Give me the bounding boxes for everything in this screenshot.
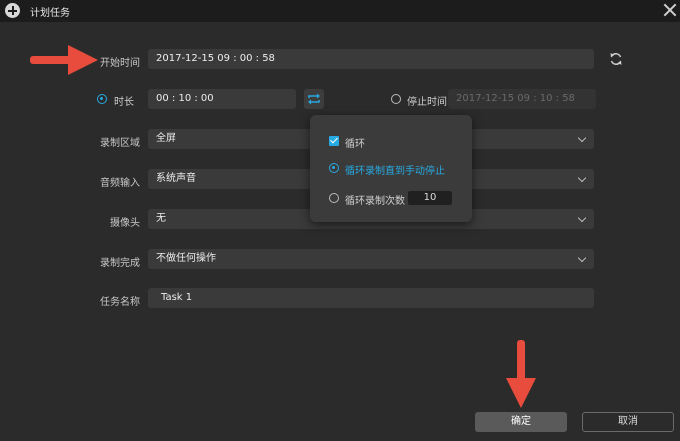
on-complete-value: 不做任何操作 [156,253,216,264]
on-complete-label: 录制完成 [100,258,140,269]
chevron-down-icon [577,173,587,183]
task-name-label: 任务名称 [100,297,140,308]
audio-input-value: 系统声音 [156,173,196,184]
loop-settings-button[interactable] [304,89,324,109]
camera-label: 摄像头 [110,218,140,229]
cancel-button[interactable]: 取消 [582,412,674,432]
duration-label: 时长 [114,97,134,108]
record-area-label: 录制区域 [100,138,140,149]
loop-count-input[interactable]: 10 [408,191,452,205]
close-icon[interactable] [663,3,677,17]
loop-count-radio[interactable] [329,193,339,203]
window-title: 计划任务 [30,8,70,19]
annotation-arrow-down [506,340,536,408]
add-icon [5,3,20,18]
start-time-input[interactable]: 2017-12-15 09 : 00 : 58 [148,49,594,69]
chevron-down-icon [577,133,587,143]
chevron-down-icon [577,213,587,223]
title-bar: 计划任务 [0,0,680,22]
start-time-label: 开始时间 [100,58,140,69]
record-area-value: 全屏 [156,133,176,144]
task-name-input[interactable]: Task 1 [148,288,594,308]
loop-until-stop-label: 循环录制直到手动停止 [345,166,445,177]
stop-time-label: 停止时间 [407,97,447,108]
ok-button[interactable]: 确定 [475,412,567,432]
refresh-icon[interactable] [606,49,626,69]
loop-count-label: 循环录制次数 [345,196,405,207]
stop-time-input[interactable]: 2017-12-15 09 : 10 : 58 [448,89,596,109]
loop-label: 循环 [345,139,365,150]
loop-popup: 循环 循环录制直到手动停止 循环录制次数 10 [310,115,472,222]
audio-input-label: 音频输入 [100,178,140,189]
loop-checkbox[interactable] [329,136,339,146]
camera-value: 无 [156,213,166,224]
duration-radio[interactable] [97,94,107,104]
stop-time-radio[interactable] [391,94,401,104]
duration-input[interactable]: 00 : 10 : 00 [148,89,296,109]
chevron-down-icon [577,253,587,263]
loop-icon [308,93,320,105]
on-complete-select[interactable]: 不做任何操作 [148,249,594,269]
loop-until-stop-radio[interactable] [329,163,339,173]
